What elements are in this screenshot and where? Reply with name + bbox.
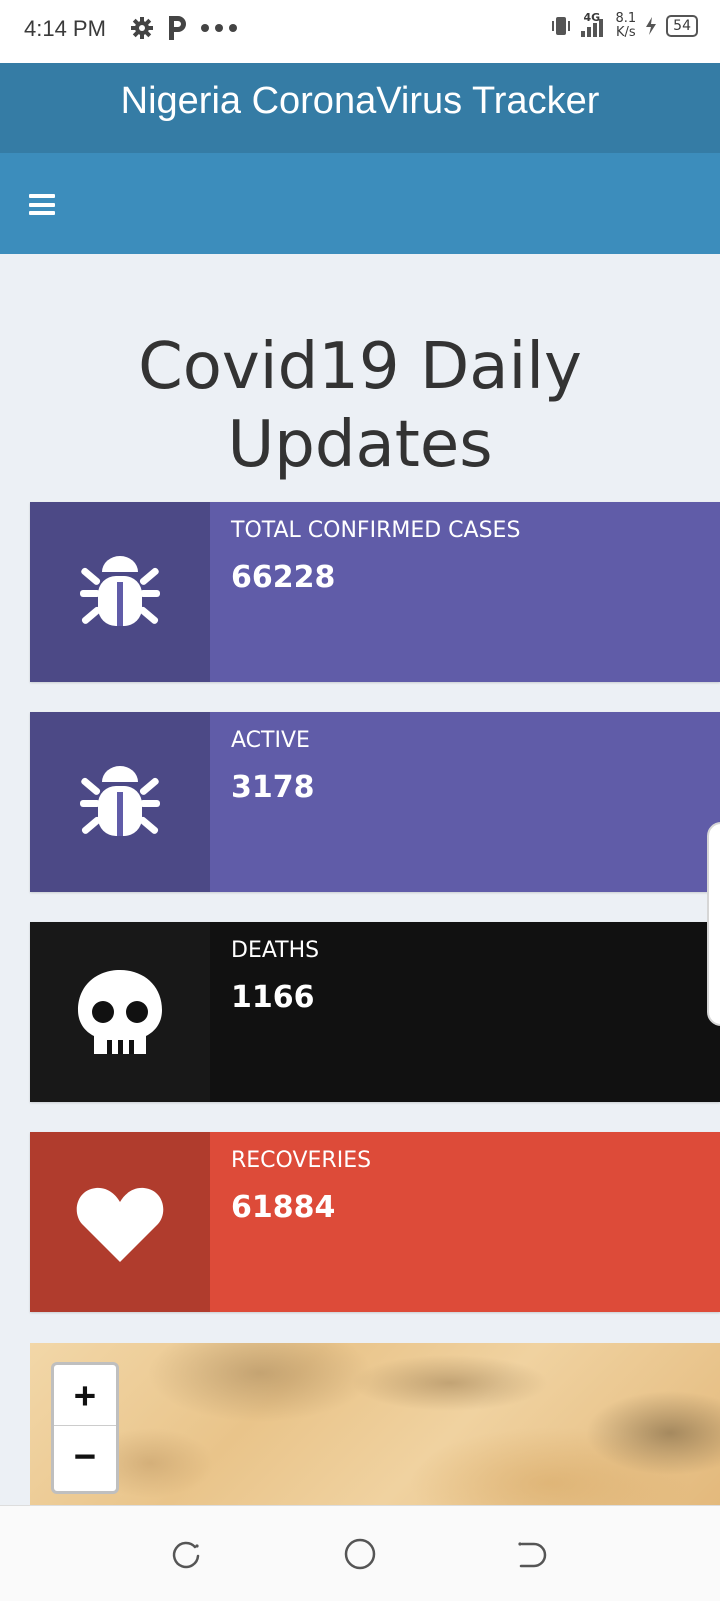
stat-label: RECOVERIES	[231, 1148, 372, 1173]
info-box-recoveries: RECOVERIES 61884	[30, 1132, 720, 1312]
page-title: Covid19 Daily Updates	[138, 330, 582, 482]
info-box-icon-area	[30, 1132, 210, 1312]
stat-label: ACTIVE	[231, 728, 310, 753]
bug-icon	[80, 556, 160, 626]
system-nav-bar	[0, 1505, 720, 1601]
status-bar: 4:14 PM 4G 8.1 K/s 54	[0, 0, 720, 63]
home-icon	[344, 1538, 376, 1570]
battery-indicator: 54	[666, 15, 698, 37]
info-box-active: ACTIVE 3178	[30, 712, 720, 892]
recent-apps-icon	[172, 1541, 200, 1569]
signal-icon	[581, 19, 604, 37]
info-box-total-confirmed: TOTAL CONFIRMED CASES 66228	[30, 502, 720, 682]
map-zoom-control: + −	[51, 1362, 119, 1494]
p-app-icon	[169, 16, 186, 40]
stat-label: TOTAL CONFIRMED CASES	[231, 518, 521, 543]
zoom-in-button[interactable]: +	[54, 1365, 116, 1425]
stat-value: 66228	[231, 560, 336, 595]
status-left-icons	[130, 14, 238, 42]
status-time: 4:14 PM	[24, 16, 106, 41]
app-header: Nigeria CoronaVirus Tracker	[0, 63, 720, 153]
info-box-icon-area	[30, 712, 210, 892]
status-right-icons: 4G 8.1 K/s 54	[551, 11, 698, 40]
back-button[interactable]	[512, 1534, 552, 1574]
edge-panel-handle[interactable]	[707, 822, 720, 1026]
network-type: 4G	[579, 11, 607, 39]
net-speed: 8.1 K/s	[615, 11, 637, 40]
map-view[interactable]	[30, 1343, 720, 1505]
stat-value: 3178	[231, 770, 315, 805]
recent-apps-button[interactable]	[166, 1534, 206, 1574]
stat-label: DEATHS	[231, 938, 320, 963]
gear-icon	[131, 17, 153, 39]
hamburger-icon[interactable]	[29, 194, 55, 215]
info-box-deaths: DEATHS 1166	[30, 922, 720, 1102]
navbar	[0, 153, 720, 254]
charging-icon	[646, 17, 657, 35]
home-button[interactable]	[340, 1534, 380, 1574]
skull-icon	[78, 970, 162, 1054]
stat-value: 61884	[231, 1190, 336, 1225]
info-box-icon-area	[30, 502, 210, 682]
bug-icon	[80, 766, 160, 836]
info-box-icon-area	[30, 922, 210, 1102]
zoom-out-button[interactable]: −	[54, 1425, 116, 1486]
heart-icon	[76, 1187, 164, 1262]
more-dots-icon	[201, 24, 237, 32]
vibrate-icon	[552, 17, 571, 35]
stat-value: 1166	[231, 980, 315, 1015]
back-icon	[518, 1542, 547, 1568]
app-title: Nigeria CoronaVirus Tracker	[120, 80, 600, 122]
